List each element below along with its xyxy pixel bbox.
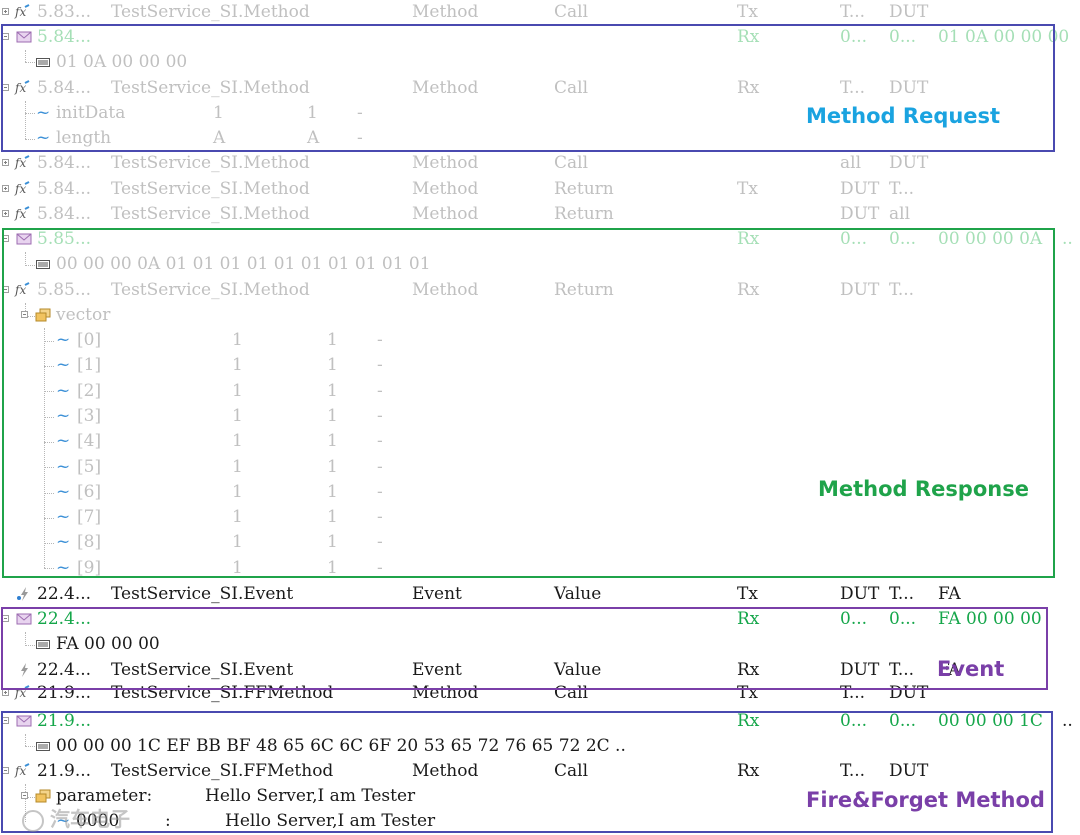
source: DUT (840, 584, 880, 604)
function-icon: fx (14, 155, 30, 170)
event-name: TestService_SI.Event (111, 584, 294, 604)
event-type: Event (412, 584, 462, 604)
payload-more: .. (1062, 229, 1073, 249)
method-response-label: Method Response (818, 477, 1029, 501)
direction: Tx (737, 2, 758, 22)
method-request-box (1, 24, 1055, 152)
expand-toggle[interactable] (2, 185, 9, 192)
event-kind: Call (554, 153, 589, 173)
event-name: TestService_SI.Method (111, 179, 310, 199)
trace-row-return[interactable]: fx 5.84... TestService_SI.Method Method … (0, 177, 1080, 202)
payload-more: .. (1062, 711, 1073, 731)
timestamp: 5.83... (37, 2, 92, 22)
function-icon: fx (14, 181, 30, 196)
svg-text:fx: fx (14, 5, 26, 19)
destination: T... (889, 584, 915, 604)
destination: DUT (889, 153, 929, 173)
timestamp: 5.84... (37, 204, 92, 224)
direction: Tx (737, 179, 758, 199)
event-label: Event (937, 657, 1005, 681)
method-request-label: Method Request (806, 104, 1001, 128)
trace-row-return[interactable]: fx 5.84... TestService_SI.Method Method … (0, 202, 1080, 227)
payload: FA (938, 584, 961, 604)
destination: T... (889, 179, 915, 199)
function-icon: fx (14, 206, 30, 221)
source: DUT (840, 204, 880, 224)
fire-forget-label: Fire&Forget Method (806, 788, 1045, 812)
expand-toggle[interactable] (2, 689, 9, 696)
event-type: Method (412, 179, 479, 199)
event-name: TestService_SI.Method (111, 204, 310, 224)
timestamp: 5.84... (37, 153, 92, 173)
trace-row-call[interactable]: fx 5.84... TestService_SI.Method Method … (0, 151, 1080, 176)
timestamp: 22.4... (37, 584, 92, 604)
event-type: Method (412, 153, 479, 173)
timestamp: 5.84... (37, 179, 92, 199)
svg-text:fx: fx (14, 182, 26, 196)
svg-text:fx: fx (14, 207, 26, 221)
expand-toggle[interactable] (2, 159, 9, 166)
fire-forget-box (1, 711, 1053, 833)
source: T... (840, 2, 866, 22)
expand-toggle[interactable] (2, 210, 9, 217)
event-name: TestService_SI.Method (111, 153, 310, 173)
source: all (840, 153, 862, 173)
event-type: Method (412, 2, 479, 22)
expand-toggle[interactable] (2, 8, 9, 15)
function-icon: fx (14, 4, 30, 19)
source: DUT (840, 179, 880, 199)
event-kind: Return (554, 204, 614, 224)
direction: Tx (737, 584, 758, 604)
event-type: Method (412, 204, 479, 224)
event-box (1, 607, 1048, 690)
svg-text:fx: fx (14, 156, 26, 170)
method-response-box (2, 228, 1055, 578)
watermark-logo-icon (22, 809, 44, 832)
event-kind: Return (554, 179, 614, 199)
trace-row-call[interactable]: fx 5.83... TestService_SI.Method Method … (0, 0, 1080, 25)
destination: DUT (889, 2, 929, 22)
event-icon (17, 587, 28, 601)
event-name: TestService_SI.Method (111, 2, 310, 22)
trace-row-event[interactable]: 22.4... TestService_SI.Event Event Value… (0, 582, 1080, 607)
event-kind: Value (554, 584, 602, 604)
watermark: 汽车电子 (22, 803, 130, 832)
event-kind: Call (554, 2, 589, 22)
watermark-text: 汽车电子 (50, 807, 130, 831)
destination: all (889, 204, 911, 224)
